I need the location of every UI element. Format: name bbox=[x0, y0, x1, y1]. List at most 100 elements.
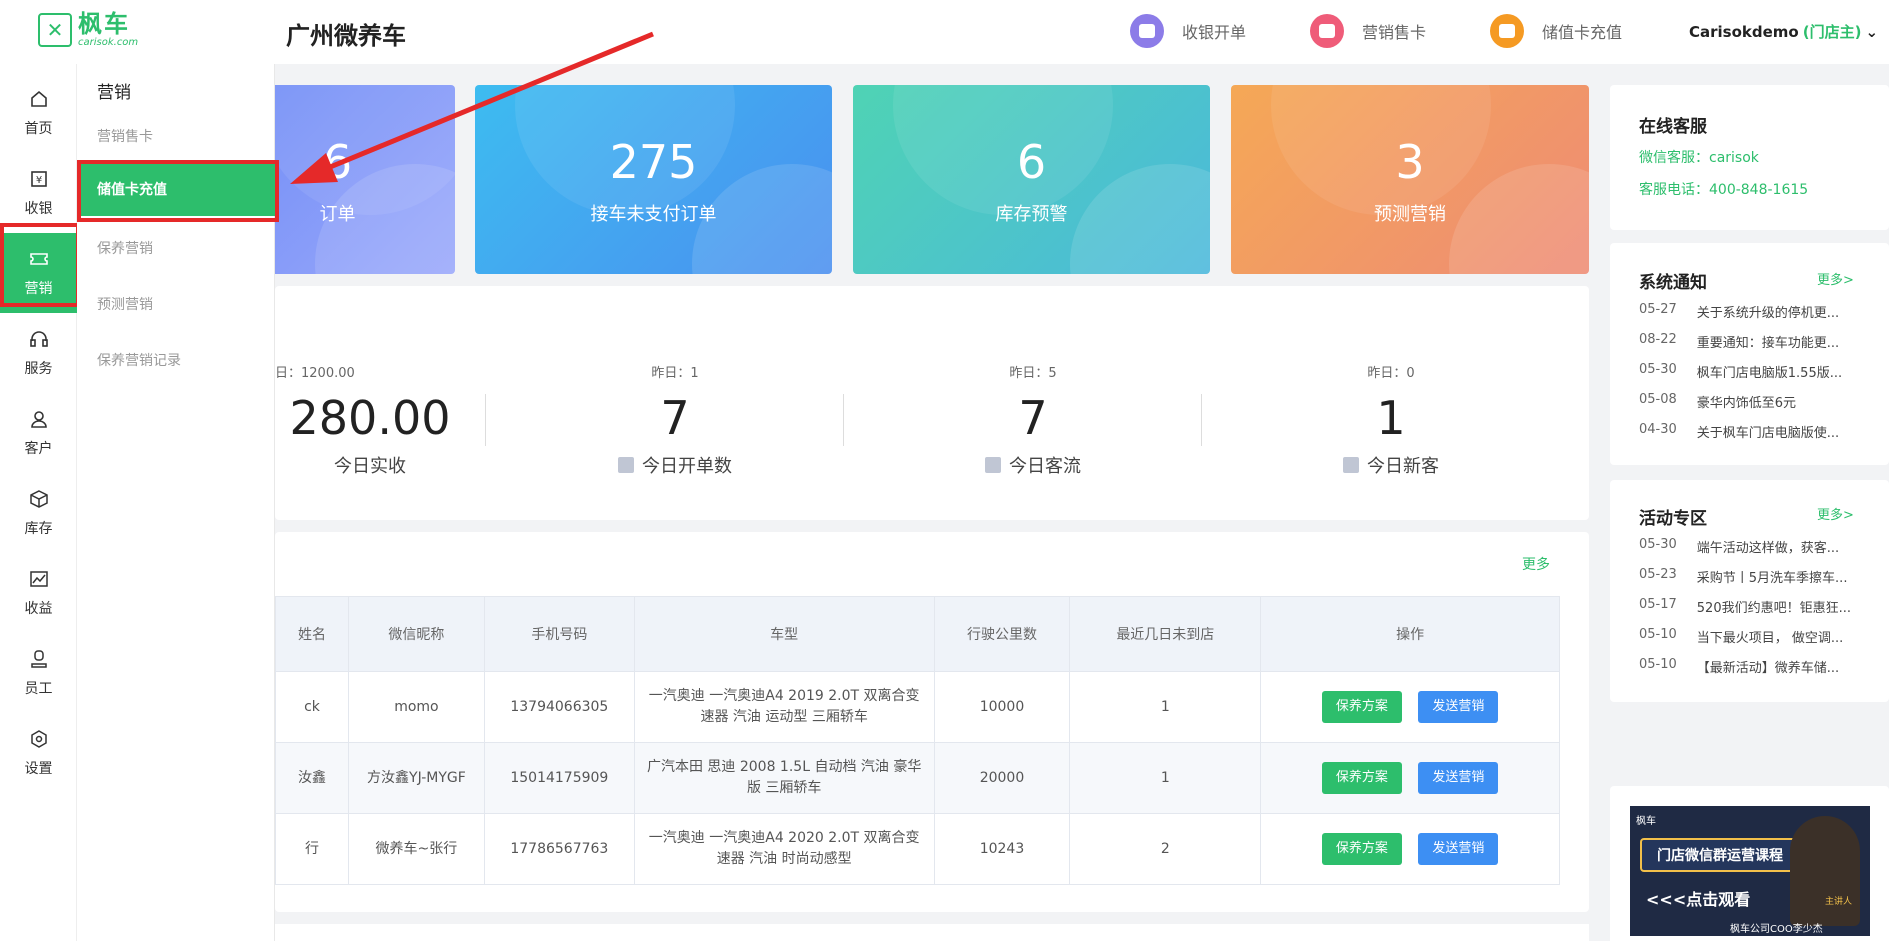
service-phone[interactable]: 客服电话：400-848-1615 bbox=[1639, 179, 1808, 199]
divider bbox=[843, 394, 844, 446]
cell-phone: 13794066305 bbox=[483, 671, 635, 743]
notice-item[interactable]: 05-08 豪华内饰低至6元 bbox=[1639, 392, 1869, 411]
table-row: 行 微养车~张行 17786567763 一汽奥迪 一汽奥迪A4 2020 2.… bbox=[275, 813, 1560, 885]
sidebar-item-customer[interactable]: 客户 bbox=[0, 393, 77, 473]
cell-actions: 保养方案 发送营销 bbox=[1260, 671, 1560, 743]
activity-item[interactable]: 05-23 采购节丨5月洗车季擦车... bbox=[1639, 567, 1869, 586]
metric-label: 今日新客 bbox=[1261, 452, 1521, 478]
sell-card-label: 营销售卡 bbox=[1362, 23, 1427, 42]
sidebar-item-revenue[interactable]: 收益 bbox=[0, 553, 77, 633]
maintenance-plan-button[interactable]: 保养方案 bbox=[1321, 762, 1402, 794]
sidebar-item-staff[interactable]: 员工 bbox=[0, 633, 77, 713]
send-marketing-button[interactable]: 发送营销 bbox=[1418, 833, 1499, 865]
checkout-order-button[interactable]: 收银开单 bbox=[1130, 14, 1246, 48]
notice-item[interactable]: 05-27 关于系统升级的停机更... bbox=[1639, 302, 1869, 321]
activity-text: 采购节丨5月洗车季擦车... bbox=[1696, 571, 1848, 586]
activity-more-link[interactable]: 更多> bbox=[1817, 504, 1854, 523]
metric-label: 今日实收 bbox=[245, 452, 495, 478]
notice-date: 05-08 bbox=[1639, 392, 1677, 407]
maintenance-plan-button[interactable]: 保养方案 bbox=[1321, 691, 1402, 723]
notice-item[interactable]: 05-30 枫车门店电脑版1.55版... bbox=[1639, 362, 1869, 381]
highlight-box-marketing bbox=[0, 223, 80, 307]
maintenance-plan-button[interactable]: 保养方案 bbox=[1321, 833, 1402, 865]
cell-days: 1 bbox=[1069, 671, 1262, 743]
sidebar-item-label: 首页 bbox=[24, 121, 53, 137]
sidebar-item-inventory[interactable]: 库存 bbox=[0, 473, 77, 553]
promo-logo: 枫车 bbox=[1636, 816, 1656, 827]
activity-item[interactable]: 05-10 当下最火项目， 做空调... bbox=[1639, 627, 1869, 646]
activity-text: 当下最火项目， 做空调... bbox=[1696, 631, 1844, 646]
cell-name: 行 bbox=[275, 813, 349, 885]
notice-more-link[interactable]: 更多> bbox=[1817, 269, 1854, 288]
notice-date: 05-30 bbox=[1639, 362, 1677, 377]
cell-name: ck bbox=[275, 671, 349, 743]
sidebar-item-label: 客户 bbox=[24, 441, 53, 457]
metric-value: 7 bbox=[660, 391, 690, 445]
stat-label: 库存预警 bbox=[995, 204, 1068, 225]
notice-text: 关于系统升级的停机更... bbox=[1696, 306, 1840, 321]
metric-traffic: 昨日：5 7 今日客流 bbox=[903, 286, 1163, 520]
card-icon bbox=[1310, 14, 1344, 48]
cell-mileage: 10243 bbox=[933, 813, 1071, 885]
activity-item[interactable]: 05-10 【最新活动】微养车储... bbox=[1639, 657, 1869, 676]
stat-card-unpaid-orders[interactable]: 275 接车未支付订单 bbox=[475, 85, 832, 274]
metric-revenue: 日：1200.00 280.00 今日实收 bbox=[245, 286, 495, 520]
sidebar-item-label: 服务 bbox=[24, 361, 53, 377]
col-phone: 手机号码 bbox=[483, 596, 635, 672]
brand-logo[interactable]: ✕ 枫车 carisok.com bbox=[38, 12, 138, 48]
activity-date: 05-30 bbox=[1639, 537, 1677, 552]
metric-new-customers: 昨日：0 1 今日新客 bbox=[1261, 286, 1521, 520]
stat-card-stock-warning[interactable]: 6 库存预警 bbox=[853, 85, 1210, 274]
recharge-card-button[interactable]: 储值卡充值 bbox=[1490, 14, 1622, 48]
sidebar-item-settings[interactable]: 设置 bbox=[0, 713, 77, 793]
col-model: 车型 bbox=[633, 596, 935, 672]
cell-mileage: 10000 bbox=[933, 671, 1071, 743]
send-marketing-button[interactable]: 发送营销 bbox=[1418, 762, 1499, 794]
metric-yesterday: 昨日：1 bbox=[651, 366, 699, 381]
sidebar-item-label: 设置 bbox=[24, 761, 53, 777]
user-menu[interactable]: Carisokdemo (门店主) ⌄ bbox=[1689, 21, 1878, 42]
notice-date: 08-22 bbox=[1639, 332, 1677, 347]
metric-label-text: 今日实收 bbox=[334, 456, 406, 477]
cell-days: 1 bbox=[1069, 742, 1262, 814]
activity-text: 端午活动这样做，获客... bbox=[1696, 541, 1840, 556]
notice-item[interactable]: 08-22 重要通知：接车功能更... bbox=[1639, 332, 1869, 351]
course-promo-banner[interactable]: 枫车 门店微信群运营课程 <<<点击观看 主讲人 枫车公司COO李少杰 bbox=[1630, 806, 1870, 936]
service-wechat[interactable]: 微信客服：carisok bbox=[1639, 147, 1759, 167]
col-name: 姓名 bbox=[275, 596, 349, 672]
notice-item[interactable]: 04-30 关于枫车门店电脑版使... bbox=[1639, 422, 1869, 441]
notice-date: 05-27 bbox=[1639, 302, 1677, 317]
metric-yesterday: 昨日：5 bbox=[1009, 366, 1057, 381]
submenu-item-maintenance-marketing[interactable]: 保养营销 bbox=[97, 238, 153, 258]
submenu-item-sell-card[interactable]: 营销售卡 bbox=[97, 126, 153, 146]
cell-model: 一汽奥迪 一汽奥迪A4 2020 2.0T 双离合变速器 汽油 时尚动感型 bbox=[633, 813, 935, 885]
highlight-box-recharge bbox=[77, 160, 279, 222]
activity-item[interactable]: 05-30 端午活动这样做，获客... bbox=[1639, 537, 1869, 556]
sidebar-item-service[interactable]: 服务 bbox=[0, 313, 77, 393]
sidebar: 首页 ¥ 收银 营销 服务 客户 库存 收益 员工 设置 bbox=[0, 64, 77, 941]
stat-label: 接车未支付订单 bbox=[590, 204, 717, 225]
sidebar-item-home[interactable]: 首页 bbox=[0, 73, 77, 153]
send-marketing-button[interactable]: 发送营销 bbox=[1418, 691, 1499, 723]
activity-date: 05-23 bbox=[1639, 567, 1677, 582]
sell-card-button[interactable]: 营销售卡 bbox=[1310, 14, 1426, 48]
cell-name: 汝鑫 bbox=[275, 742, 349, 814]
submenu-item-predictive-marketing[interactable]: 预测营销 bbox=[97, 294, 153, 314]
sidebar-item-label: 收益 bbox=[24, 601, 53, 617]
service-title: 在线客服 bbox=[1639, 117, 1707, 137]
submenu-item-marketing-records[interactable]: 保养营销记录 bbox=[97, 350, 181, 370]
promo-watch-link[interactable]: <<<点击观看 bbox=[1646, 886, 1750, 910]
metric-value: 7 bbox=[1018, 391, 1048, 445]
cell-model: 一汽奥迪 一汽奥迪A4 2019 2.0T 双离合变速器 汽油 运动型 三厢轿车 bbox=[633, 671, 935, 743]
notice-date: 04-30 bbox=[1639, 422, 1677, 437]
stat-card-predictive-marketing[interactable]: 3 预测营销 bbox=[1231, 85, 1589, 274]
stat-label: 预测营销 bbox=[1374, 204, 1446, 225]
activity-item[interactable]: 05-17 520我们约惠吧！钜惠狂... bbox=[1639, 597, 1869, 616]
table-more-link[interactable]: 更多 bbox=[1522, 554, 1550, 574]
presenter-photo bbox=[1790, 816, 1860, 926]
wallet-icon bbox=[1490, 14, 1524, 48]
customer-table-panel: 更多 姓名 微信昵称 手机号码 车型 行驶公里数 最近几日未到店 操作 ck m… bbox=[275, 532, 1589, 912]
sidebar-item-cashier[interactable]: ¥ 收银 bbox=[0, 153, 77, 233]
headset-icon bbox=[28, 328, 50, 350]
metric-yesterday: 昨日：0 bbox=[1367, 366, 1415, 381]
